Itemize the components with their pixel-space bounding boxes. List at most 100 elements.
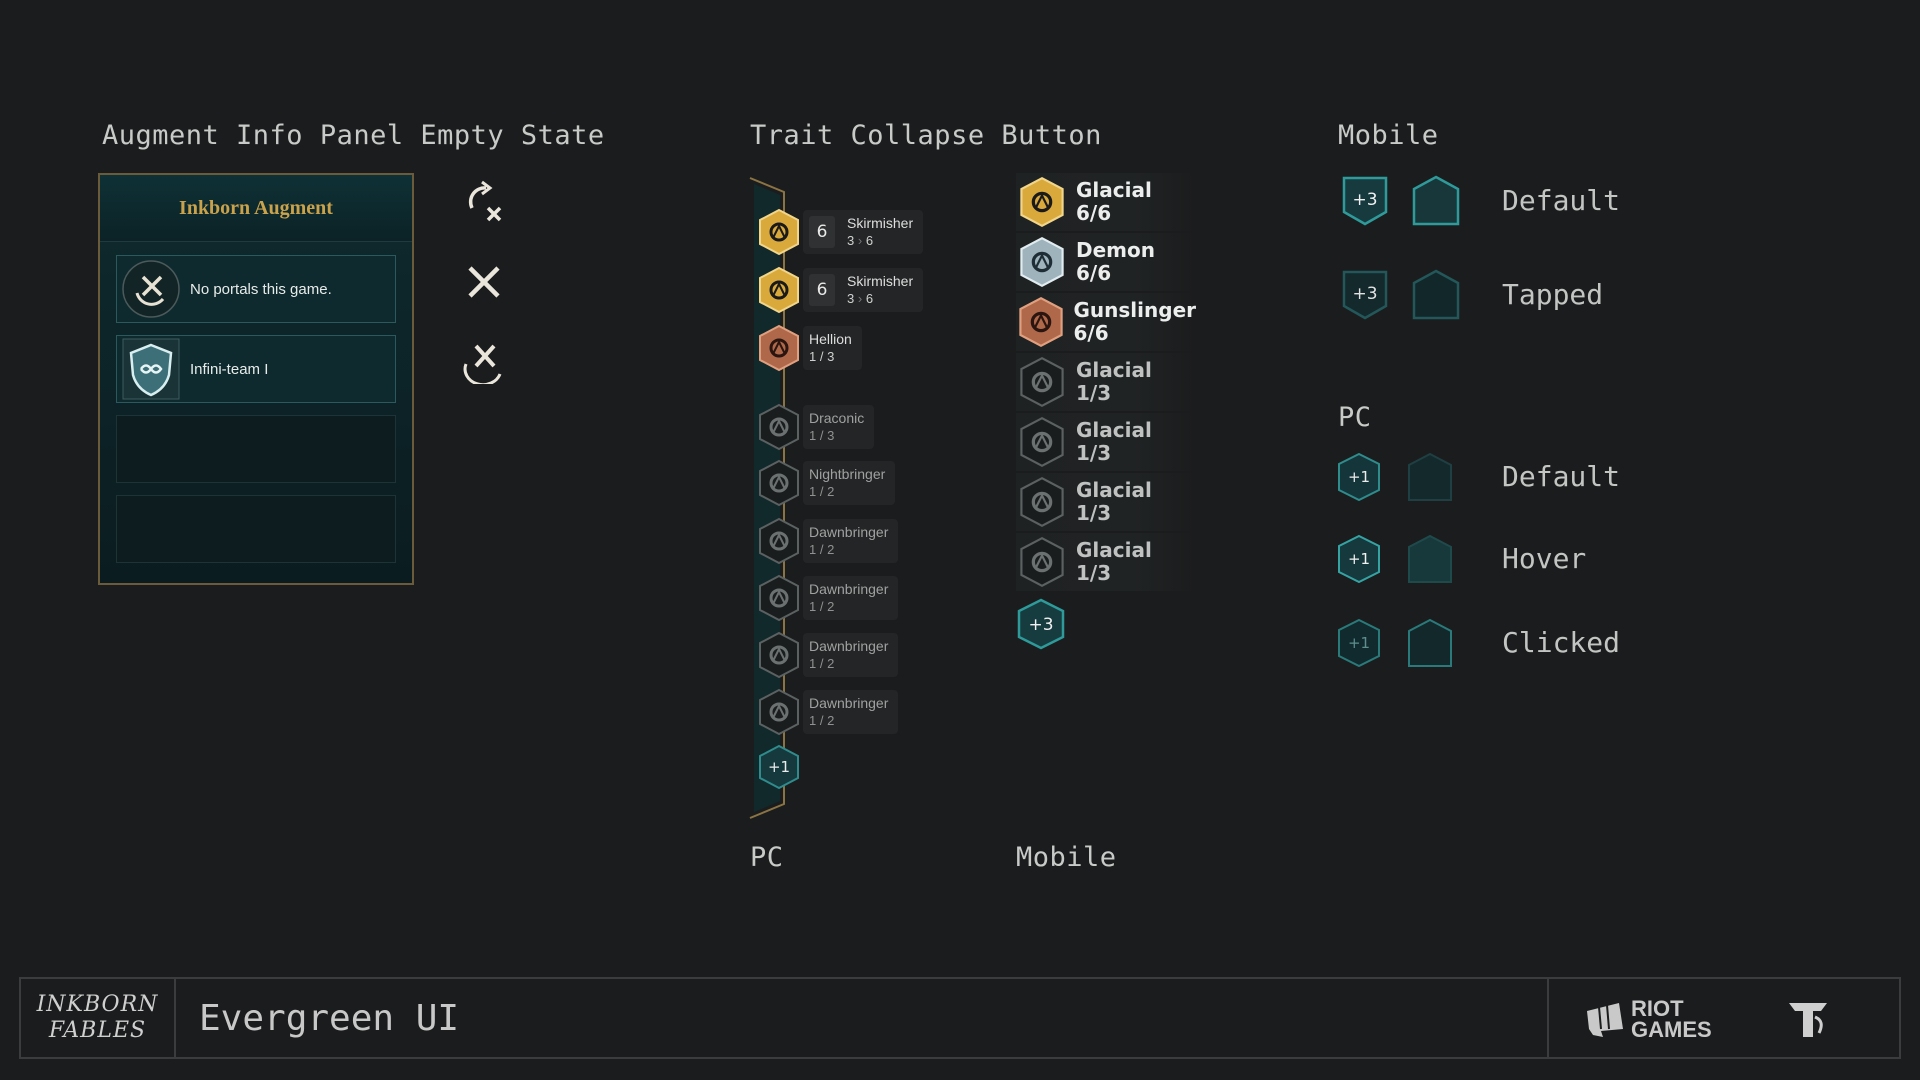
trait-row-pc[interactable]: 6 Skirmisher 3 › 6: [757, 208, 924, 256]
pc-badge-default[interactable]: +1: [1336, 452, 1382, 506]
augment-slot-1-label: No portals this game.: [190, 280, 332, 298]
trait-pill: 6 Skirmisher 3 › 6: [803, 268, 924, 312]
logo-line-1: INKBORN: [36, 992, 159, 1017]
trait-value: 6/6: [1073, 321, 1109, 345]
trait-icon: [1016, 414, 1068, 470]
trait-icon: [1016, 294, 1066, 350]
trait-icon: [757, 574, 801, 622]
trait-name: Skirmisher: [847, 273, 914, 289]
trait-name: Glacial: [1076, 418, 1152, 442]
trait-icon: [1016, 174, 1068, 230]
trait-progress: 3 › 6: [847, 233, 874, 248]
svg-text:+1: +1: [1348, 468, 1370, 486]
svg-text:+1: +1: [768, 758, 790, 776]
riot-games-logo: RIOT GAMES: [1583, 996, 1712, 1041]
mobile-hex-tapped[interactable]: [1410, 268, 1462, 326]
trait-progress: 1 / 2: [809, 484, 835, 499]
trait-name: Glacial: [1076, 358, 1152, 382]
augment-slot-2-label: Infini-team I: [190, 360, 269, 378]
no-portal-icon: [120, 258, 182, 320]
trait-name: Hellion: [809, 331, 852, 347]
trait-row-pc[interactable]: Nightbringer 1 / 2: [757, 459, 896, 507]
trait-row-mobile[interactable]: Glacial 1/3: [1016, 413, 1196, 471]
trait-value: 6/6: [1076, 261, 1112, 285]
logo-line-2: FABLES: [48, 1018, 147, 1043]
trait-name: Glacial: [1076, 478, 1152, 502]
trait-row-pc[interactable]: Dawnbringer 1 / 2: [757, 688, 899, 736]
mobile-state-default-label: Default: [1502, 184, 1621, 217]
trait-expand-button-mobile[interactable]: +3: [1016, 598, 1066, 654]
trait-name: Skirmisher: [847, 215, 914, 231]
trait-active-count: 6: [809, 274, 835, 306]
pc-state-default-label: Default: [1502, 460, 1621, 493]
trait-row-mobile[interactable]: Glacial 6/6: [1016, 173, 1196, 231]
augment-info-panel: Inkborn Augment No portals this game. In…: [98, 173, 414, 585]
trait-icon: [757, 266, 801, 314]
trait-icon: [757, 324, 801, 372]
trait-row-mobile[interactable]: Demon 6/6: [1016, 233, 1196, 291]
trait-pill: Dawnbringer 1 / 2: [803, 633, 899, 677]
trait-name: Dawnbringer: [809, 581, 889, 597]
riot-fist-icon: [1587, 1003, 1623, 1037]
trait-pill: Nightbringer 1 / 2: [803, 461, 896, 505]
tft-logo-icon: [1785, 997, 1831, 1045]
trait-row-mobile[interactable]: Glacial 1/3: [1016, 533, 1196, 591]
trait-row-pc[interactable]: Hellion 1 / 3: [757, 324, 862, 372]
augment-slot-1[interactable]: No portals this game.: [116, 255, 396, 323]
trait-expand-button-pc[interactable]: +1: [758, 744, 800, 794]
trait-progress: 1 / 3: [809, 428, 835, 443]
trait-name: Glacial: [1076, 538, 1152, 562]
trait-row-mobile[interactable]: Glacial 1/3: [1016, 353, 1196, 411]
trait-progress: 1 / 3: [809, 349, 835, 364]
trait-row-pc[interactable]: Dawnbringer 1 / 2: [757, 517, 899, 565]
trait-value: 1/3: [1076, 381, 1112, 405]
mobile-state-tapped-label: Tapped: [1502, 278, 1604, 311]
trait-pill: Dawnbringer 1 / 2: [803, 576, 899, 620]
trait-name: Nightbringer: [809, 466, 886, 482]
trait-row-mobile[interactable]: Glacial 1/3: [1016, 473, 1196, 531]
trait-icon: [1016, 354, 1068, 410]
svg-text:+1: +1: [1348, 634, 1370, 652]
mobile-badge-tapped[interactable]: +3: [1340, 268, 1390, 326]
riot-games-line-1: RIOT: [1631, 996, 1684, 1021]
trait-pill: 6 Skirmisher 3 › 6: [803, 210, 924, 254]
trait-pill: Draconic 1 / 3: [803, 405, 875, 449]
pc-hex-default[interactable]: [1406, 452, 1454, 506]
trait-row-pc[interactable]: Dawnbringer 1 / 2: [757, 631, 899, 679]
portal-reroll-cross-icon: [462, 178, 506, 228]
trait-progress: 3 › 6: [847, 291, 874, 306]
trait-progress: 1 / 2: [809, 656, 835, 671]
augment-panel-title: Inkborn Augment: [100, 175, 412, 242]
trait-value: 1/3: [1076, 501, 1112, 525]
trait-progress: 1 / 2: [809, 599, 835, 614]
trait-row-mobile[interactable]: Gunslinger 6/6: [1016, 293, 1196, 351]
footer-title: Evergreen UI: [199, 997, 460, 1039]
infini-team-shield-icon: [120, 338, 182, 400]
trait-name: Draconic: [809, 410, 865, 426]
trait-row-pc[interactable]: Draconic 1 / 3: [757, 403, 875, 451]
trait-row-pc[interactable]: 6 Skirmisher 3 › 6: [757, 266, 924, 314]
inkborn-fables-logo: INKBORN FABLES: [21, 979, 176, 1057]
svg-text:+3: +3: [1352, 284, 1377, 304]
pc-states-heading: PC: [1338, 402, 1372, 433]
trait-value: 6/6: [1076, 201, 1112, 225]
trait-value: 1/3: [1076, 561, 1112, 585]
pc-badge-hover[interactable]: +1: [1336, 534, 1382, 588]
footer-bar: INKBORN FABLES Evergreen UI RIOT GAMES: [19, 977, 1901, 1059]
mobile-badge-default[interactable]: +3: [1340, 174, 1390, 232]
trait-progress: 1 / 2: [809, 713, 835, 728]
pc-badge-clicked[interactable]: +1: [1336, 618, 1382, 672]
trait-icon: [1016, 234, 1068, 290]
trait-pill: Hellion 1 / 3: [803, 326, 862, 370]
svg-text:+3: +3: [1352, 190, 1377, 210]
trait-pc-label: PC: [750, 842, 784, 873]
pc-hex-hover[interactable]: [1406, 534, 1454, 588]
trait-icon: [757, 208, 801, 256]
trait-active-count: 6: [809, 216, 835, 248]
augment-panel-heading: Augment Info Panel Empty State: [102, 120, 605, 151]
pc-hex-clicked[interactable]: [1406, 618, 1454, 672]
trait-row-pc[interactable]: Dawnbringer 1 / 2: [757, 574, 899, 622]
mobile-hex-default[interactable]: [1410, 174, 1462, 232]
trait-progress: 1 / 2: [809, 542, 835, 557]
augment-slot-2[interactable]: Infini-team I: [116, 335, 396, 403]
